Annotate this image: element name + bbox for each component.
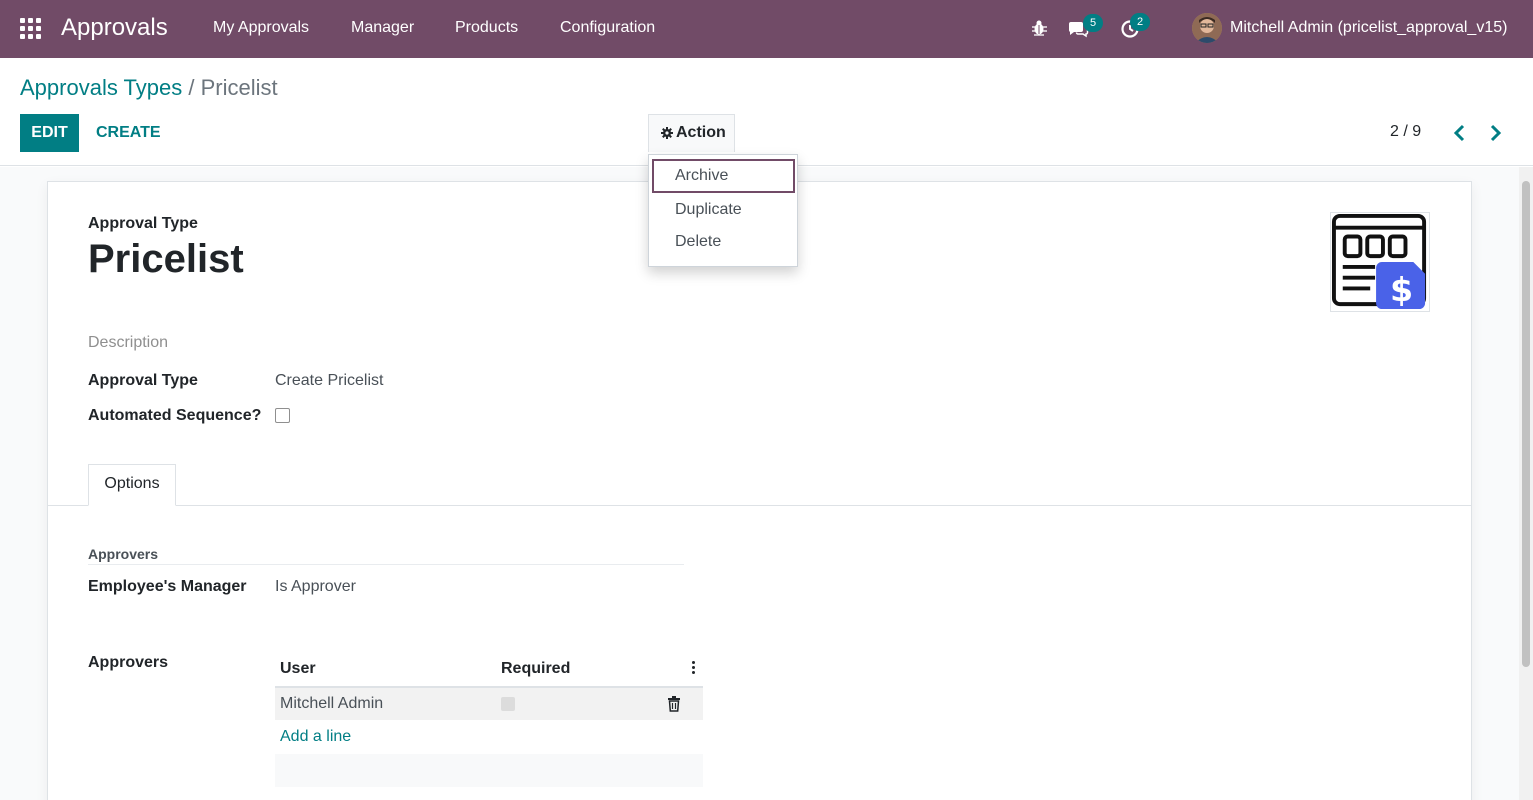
approvers-group-title: Approvers xyxy=(88,546,159,562)
automated-sequence-label: Automated Sequence? xyxy=(88,407,262,424)
user-avatar[interactable] xyxy=(1192,13,1222,43)
pager-value[interactable]: 2 / 9 xyxy=(1390,122,1421,142)
menu-configuration[interactable]: Configuration xyxy=(560,18,655,38)
chevron-right-icon[interactable] xyxy=(1488,124,1502,142)
tab-options[interactable]: Options xyxy=(88,464,176,506)
svg-text:$: $ xyxy=(1390,270,1413,309)
scrollbar-thumb[interactable] xyxy=(1522,181,1530,667)
table-empty-row xyxy=(275,754,703,787)
tabs-divider xyxy=(48,505,1471,506)
employee-manager-label: Employee's Manager xyxy=(88,578,247,595)
action-dropdown-menu: Archive Duplicate Delete xyxy=(648,154,798,267)
menu-item-archive[interactable]: Archive xyxy=(652,159,795,193)
pricelist-image-icon: $ xyxy=(1331,213,1427,309)
form-sheet xyxy=(47,181,1472,800)
menu-item-duplicate[interactable]: Duplicate xyxy=(652,193,795,227)
breadcrumb: Approvals Types / Pricelist xyxy=(20,74,278,102)
record-image: $ xyxy=(1330,212,1430,312)
breadcrumb-separator: / xyxy=(188,75,195,100)
action-dropdown-button[interactable]: Action xyxy=(648,114,735,152)
messages-count-badge: 5 xyxy=(1083,14,1103,32)
scrollbar[interactable] xyxy=(1519,167,1533,800)
top-navbar: Approvals My Approvals Manager Products … xyxy=(0,0,1533,58)
chevron-left-icon[interactable] xyxy=(1453,124,1467,142)
user-menu-name[interactable]: Mitchell Admin (pricelist_approval_v15) xyxy=(1230,18,1507,38)
app-brand[interactable]: Approvals xyxy=(61,12,168,44)
create-button[interactable]: CREATE xyxy=(96,114,161,152)
menu-products[interactable]: Products xyxy=(455,18,518,38)
description-field[interactable]: Description xyxy=(88,333,168,353)
column-user[interactable]: User xyxy=(280,659,316,679)
action-label: Action xyxy=(676,124,726,141)
column-required[interactable]: Required xyxy=(501,659,570,679)
breadcrumb-parent-link[interactable]: Approvals Types xyxy=(20,75,182,100)
approval-type-value: Create Pricelist xyxy=(275,372,384,389)
menu-manager[interactable]: Manager xyxy=(351,18,414,38)
trash-icon[interactable] xyxy=(667,696,681,712)
menu-my-approvals[interactable]: My Approvals xyxy=(213,18,309,38)
breadcrumb-current: Pricelist xyxy=(200,75,278,100)
group-separator xyxy=(88,564,684,565)
automated-sequence-checkbox[interactable] xyxy=(275,408,290,423)
table-row[interactable]: Mitchell Admin xyxy=(275,688,703,720)
row-required-checkbox[interactable] xyxy=(501,697,515,711)
activities-count-badge: 2 xyxy=(1130,13,1150,31)
apps-grid-icon[interactable] xyxy=(20,18,41,39)
approvers-label: Approvers xyxy=(88,654,169,671)
record-title: Pricelist xyxy=(88,237,244,281)
gear-icon xyxy=(661,127,673,139)
add-a-line-link[interactable]: Add a line xyxy=(280,727,351,747)
menu-item-delete[interactable]: Delete xyxy=(652,225,795,259)
bug-icon[interactable] xyxy=(1028,17,1050,39)
approval-type-caption: Approval Type xyxy=(88,215,198,232)
approval-type-label: Approval Type xyxy=(88,372,198,389)
control-panel: Approvals Types / Pricelist EDIT CREATE … xyxy=(0,58,1533,166)
edit-button[interactable]: EDIT xyxy=(20,114,79,152)
row-user[interactable]: Mitchell Admin xyxy=(280,694,383,714)
employee-manager-value[interactable]: Is Approver xyxy=(275,577,356,597)
optional-columns-icon[interactable] xyxy=(692,661,696,675)
